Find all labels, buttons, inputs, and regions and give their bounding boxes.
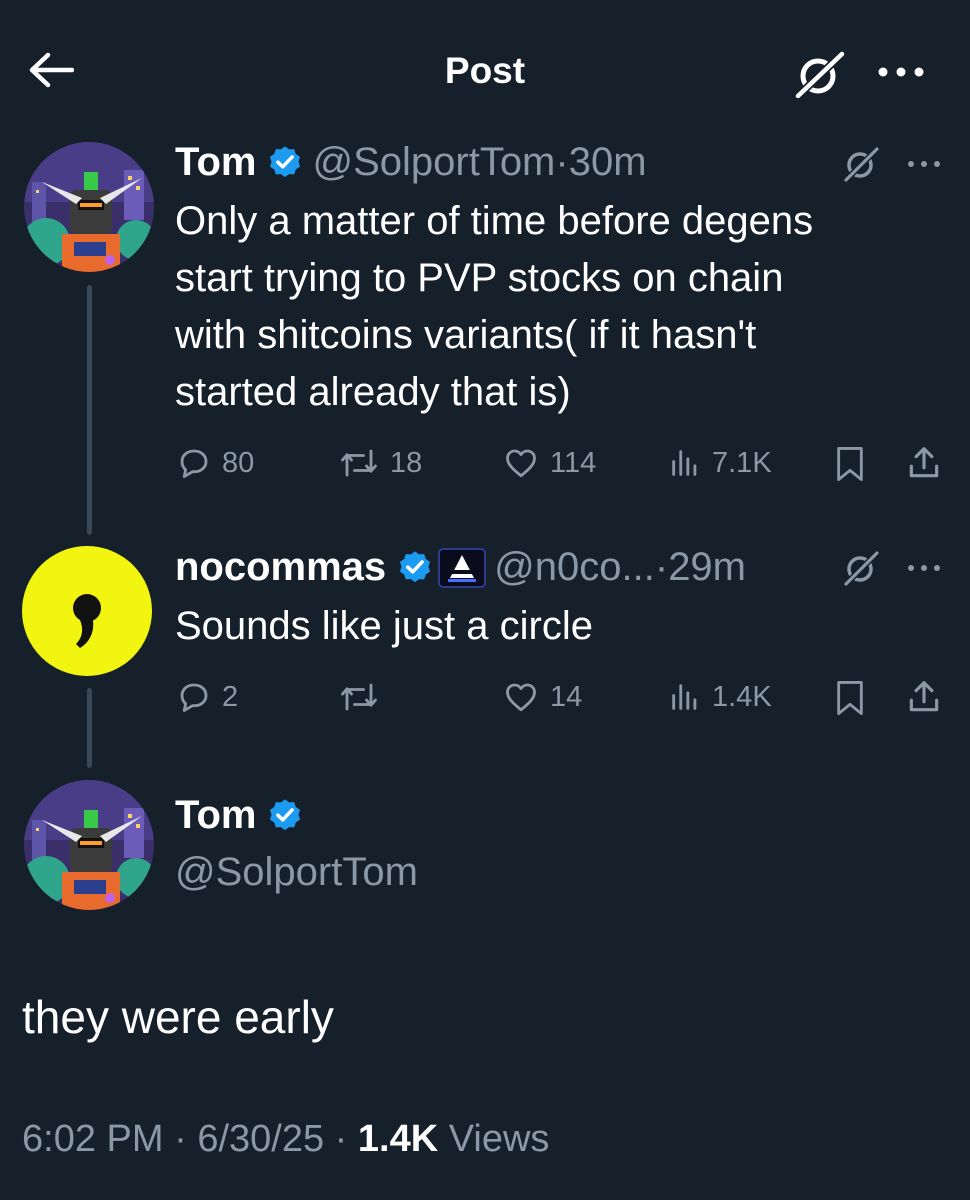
tweet-text-line: start trying to PVP stocks on chain [175,256,784,300]
like-count: 14 [550,680,583,713]
author-name-text: Tom [175,793,257,837]
post-time[interactable]: 6:02 PM [22,1118,164,1160]
verified-badge-icon [396,549,434,587]
share-button[interactable] [905,678,943,716]
views-count: 1.4K [712,680,772,713]
reply-icon [180,683,208,712]
tweet-text-line: started already that is) [175,370,571,414]
separator: · [555,140,569,184]
avatar-nocommas[interactable] [22,546,152,676]
tweet-text-line: with shitcoins variants( if it hasn't [175,313,757,357]
bookmark-button[interactable] [833,679,867,717]
thread-connector [87,688,92,768]
tweet-text-line: Only a matter of time before degens [175,199,814,243]
bookmark-button[interactable] [833,445,867,483]
views-count: 7.1K [712,446,772,479]
views-button[interactable]: 7.1K [668,445,772,481]
repost-icon [341,449,377,477]
reply-button[interactable]: 2 [176,679,238,715]
author-name[interactable]: nocommas [175,545,386,590]
grok-icon[interactable] [843,146,880,183]
reply-button[interactable]: 80 [176,445,254,481]
repost-icon [341,683,377,711]
like-button[interactable]: 114 [502,445,596,481]
bookmark-icon [837,446,863,481]
views-button[interactable]: 1.4K [668,679,772,715]
author-handle[interactable]: @SolportTom [312,140,555,185]
share-icon [909,681,939,712]
author-handle[interactable]: @n0co... [494,545,655,590]
author-name[interactable]: Tom [175,140,256,185]
avatar-tom[interactable] [24,780,154,910]
tweet-text: Sounds like just a circle [175,598,935,655]
separator: · [654,545,669,589]
repost-count: 18 [390,446,423,479]
avatar-tom[interactable] [24,142,154,272]
reply-icon [180,449,208,478]
tweet-text: Only a matter of time before degens star… [175,193,935,421]
post-views-count[interactable]: 1.4K [358,1118,438,1160]
post-text: they were early [22,991,334,1043]
share-icon [909,447,939,478]
verified-badge-icon [266,144,304,182]
thread-connector [87,285,92,535]
post-views-label: Views [448,1118,550,1160]
bookmark-icon [837,681,863,715]
tweet-time[interactable]: 29m [668,545,746,590]
post-footer: 6:02 PM · 6/30/25 · 1.4K Views [22,1118,549,1161]
verified-badge-icon [266,797,304,835]
tweet-meta: Tom @SolportTom · 30m [175,140,647,185]
grok-icon[interactable] [843,550,880,587]
grok-icon[interactable] [794,50,846,99]
more-options-icon[interactable] [906,157,942,169]
reply-count: 80 [222,446,255,479]
tweet-text-line: Sounds like just a circle [175,604,593,648]
reply-count: 2 [222,680,239,713]
author-name[interactable]: Tom [175,793,312,838]
views-icon [672,450,697,476]
repost-button[interactable] [338,679,390,715]
tweet-time[interactable]: 30m [569,140,647,185]
author-handle[interactable]: @SolportTom [175,850,418,895]
heart-icon [506,683,536,712]
repost-button[interactable]: 18 [338,445,422,481]
more-options-icon[interactable] [906,561,942,573]
separator: · [334,1118,348,1160]
share-button[interactable] [905,444,943,482]
like-button[interactable]: 14 [502,679,582,715]
more-options-icon[interactable] [876,60,926,84]
heart-icon [506,449,536,478]
tweet-meta: nocommas @n0co... · 29m [175,545,746,590]
views-icon [672,684,697,710]
post-page: Post Tom @SolportTom · 30m Only a matter… [0,0,970,1200]
separator: · [174,1118,187,1160]
like-count: 114 [550,446,597,479]
affiliate-badge-icon[interactable] [438,547,487,588]
post-date[interactable]: 6/30/25 [197,1118,324,1160]
